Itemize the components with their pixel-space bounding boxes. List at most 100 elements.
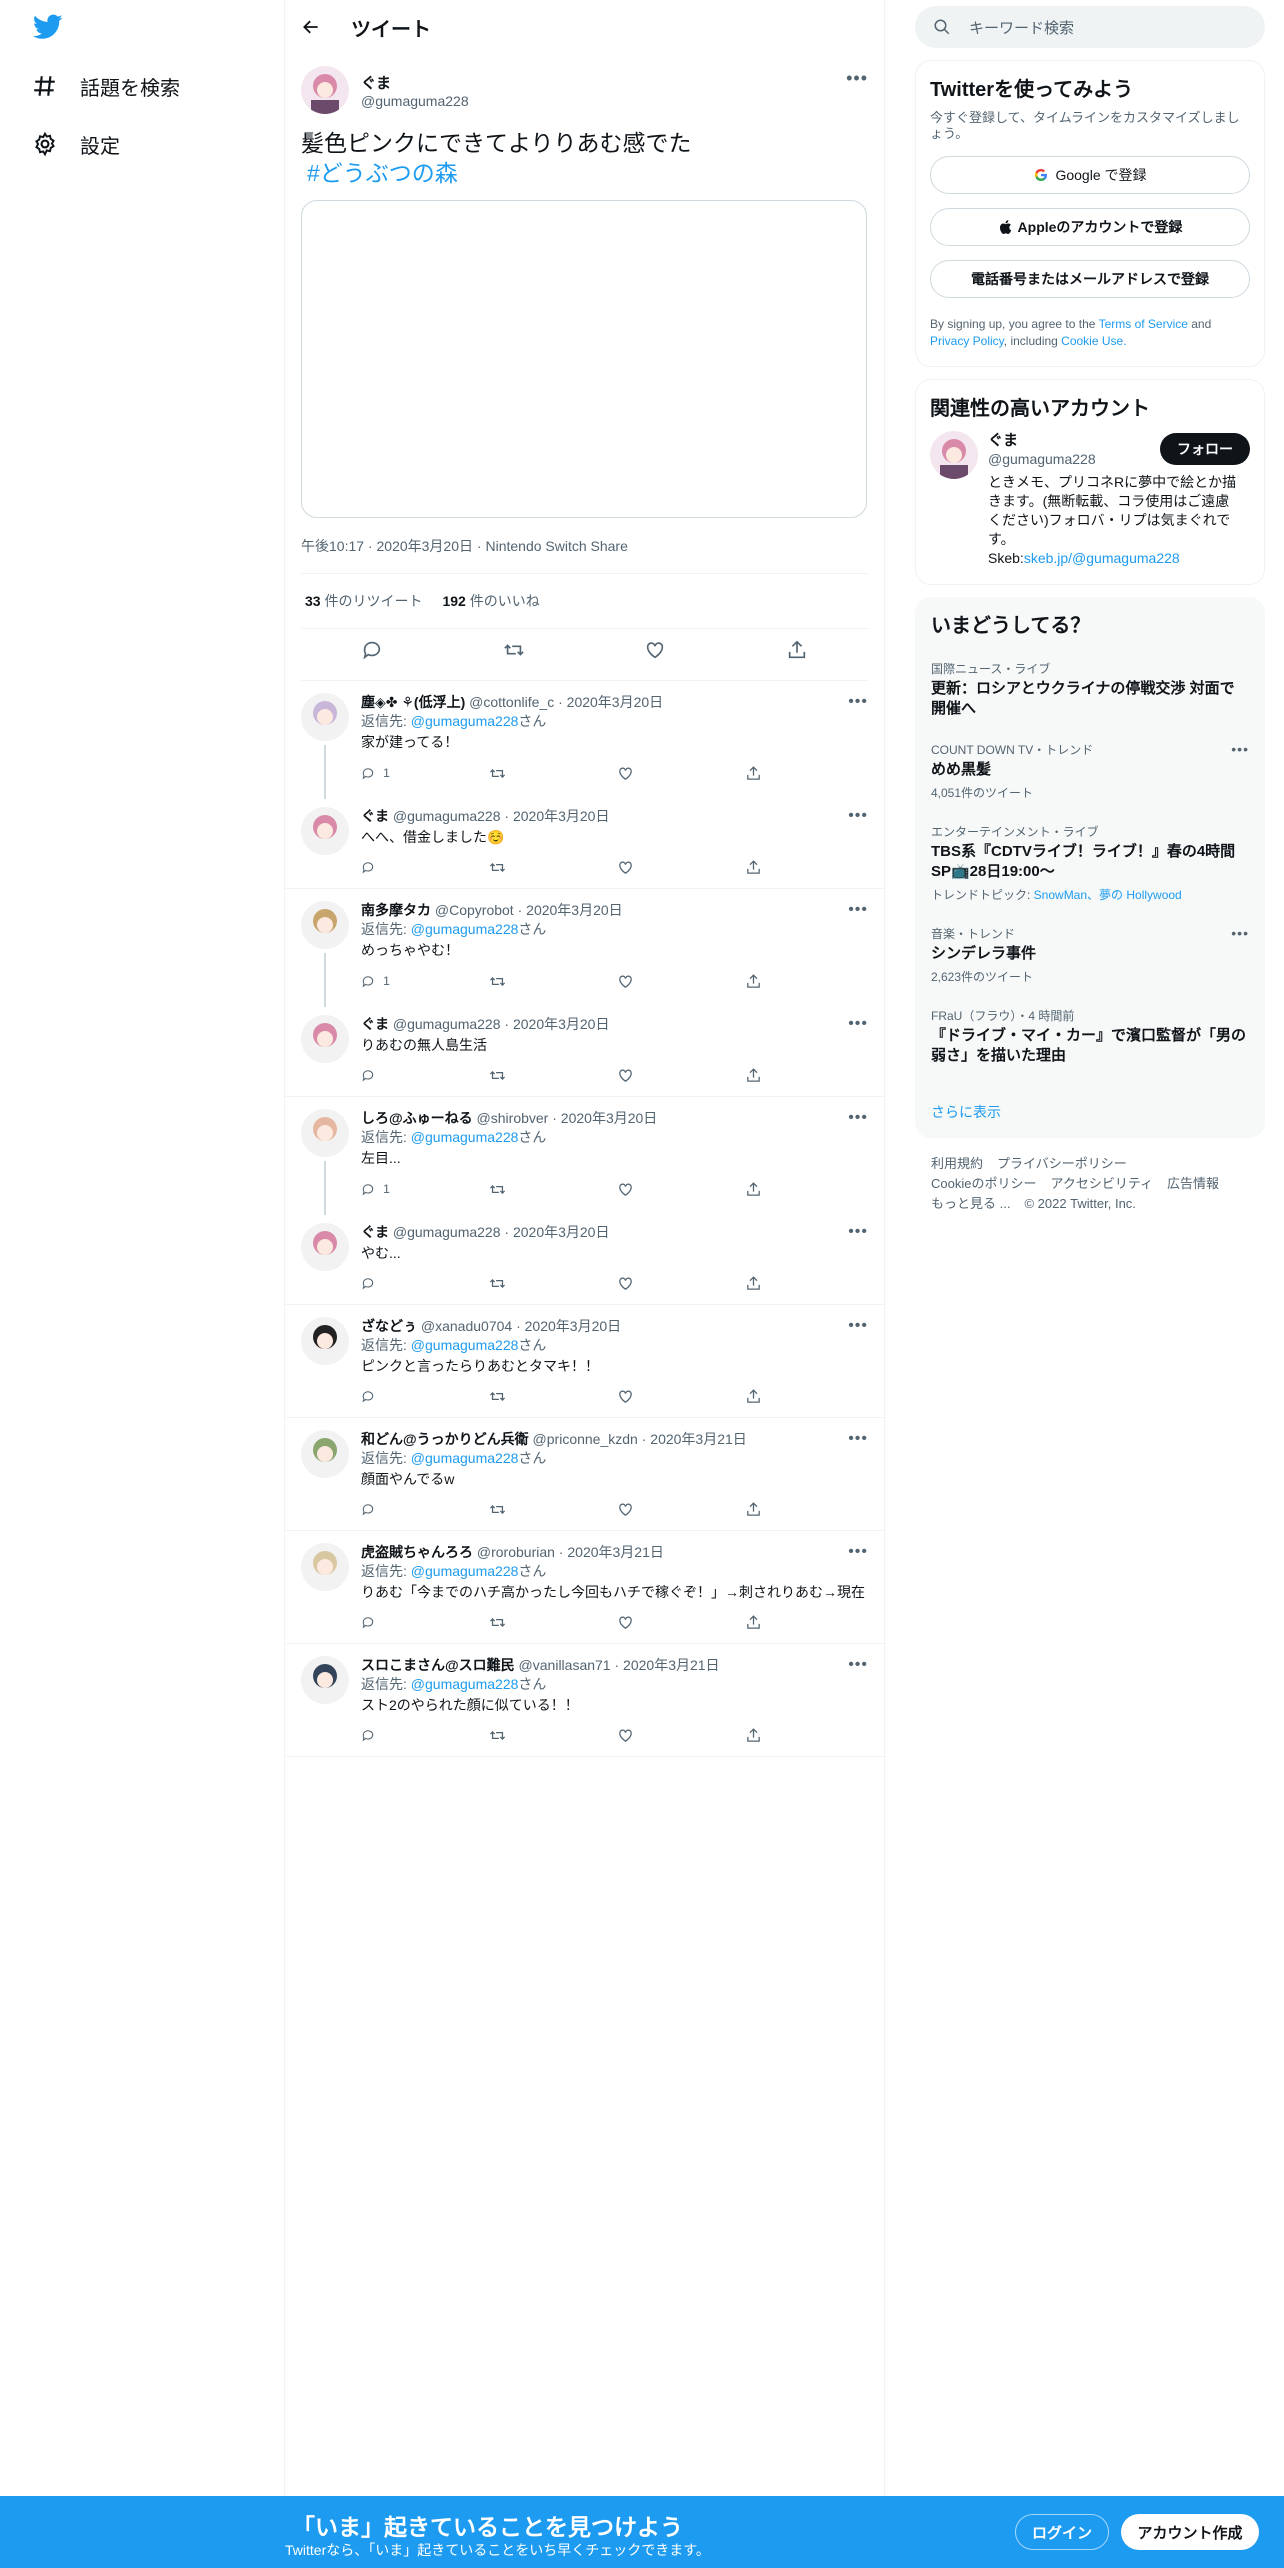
back-arrow-icon[interactable]	[301, 17, 321, 37]
retweet-icon[interactable]	[489, 1501, 506, 1518]
retweet-icon[interactable]	[489, 1388, 506, 1405]
like-icon[interactable]	[617, 765, 634, 782]
reply-date[interactable]: 2020年3月20日	[525, 1318, 622, 1334]
more-icon[interactable]: •••	[848, 1430, 868, 1448]
apple-signup-button[interactable]: Appleのアカウントで登録	[930, 208, 1250, 246]
reply-to-link[interactable]: @gumaguma228	[411, 1129, 519, 1145]
reply-date[interactable]: 2020年3月20日	[526, 902, 623, 918]
more-icon[interactable]: •••	[848, 1317, 868, 1335]
retweets-stat[interactable]: 33 件のリツイート	[305, 591, 422, 611]
reply-author-handle[interactable]: @vanillasan71	[519, 1657, 611, 1673]
reply-author-handle[interactable]: @cottonlife_c	[469, 694, 554, 710]
avatar[interactable]	[301, 1015, 349, 1063]
reply-tweet[interactable]: ぐま @gumaguma228 · 2020年3月20日 へへ、借金しました☺️ •…	[285, 795, 884, 889]
reply-tweet[interactable]: ぐま @gumaguma228 · 2020年3月20日 やむ... •••	[285, 1211, 884, 1305]
share-icon[interactable]	[745, 1727, 762, 1744]
share-icon[interactable]	[745, 1181, 762, 1198]
more-icon[interactable]: •••	[848, 901, 868, 919]
footer-link[interactable]: Cookieのポリシー	[931, 1176, 1036, 1191]
reply-date[interactable]: 2020年3月21日	[650, 1431, 747, 1447]
more-icon[interactable]: •••	[846, 68, 868, 89]
trend-topics[interactable]: SnowMan、夢の Hollywood	[1034, 888, 1182, 902]
reply-tweet[interactable]: ざなどぅ @xanadu0704 · 2020年3月20日 返信先: @gumag…	[285, 1305, 884, 1418]
reply-author-name[interactable]: 南多摩タカ	[361, 902, 431, 918]
retweet-icon[interactable]	[489, 1275, 506, 1292]
reply-tweet[interactable]: 和どん@うっかりどん兵衛 @priconne_kzdn · 2020年3月21日…	[285, 1418, 884, 1531]
avatar[interactable]	[301, 66, 349, 114]
trend-item[interactable]: 音楽・トレンド シンデレラ事件 2,623件のツイート •••	[931, 925, 1249, 985]
like-icon[interactable]	[644, 639, 666, 661]
avatar[interactable]	[301, 1109, 349, 1157]
trend-item[interactable]: エンターテインメント・ライブ TBS系『CDTVライブ！ライブ！』春の4時間SP📺…	[931, 823, 1249, 903]
like-icon[interactable]	[617, 973, 634, 990]
reply-author-handle[interactable]: @roroburian	[477, 1544, 555, 1560]
reply-author-name[interactable]: スロこまさん@スロ難民	[361, 1657, 515, 1673]
reply-date[interactable]: 2020年3月20日	[513, 808, 610, 824]
reply-icon[interactable]	[361, 1501, 375, 1518]
related-account[interactable]: ぐま @gumaguma228 ときメモ、プリコネRに夢中で絵とか描きます。(無…	[930, 431, 1250, 568]
twitter-logo-icon[interactable]	[32, 14, 63, 45]
privacy-link[interactable]: Privacy Policy	[930, 334, 1004, 348]
avatar[interactable]	[930, 431, 978, 479]
more-icon[interactable]: •••	[848, 1656, 868, 1674]
reply-date[interactable]: 2020年3月20日	[561, 1110, 658, 1126]
reply-tweet[interactable]: スロこまさん@スロ難民 @vanillasan71 · 2020年3月21日 返信…	[285, 1644, 884, 1757]
reply-tweet[interactable]: ぐま @gumaguma228 · 2020年3月20日 りあむの無人島生活 •••	[285, 1003, 884, 1097]
share-icon[interactable]	[745, 765, 762, 782]
cookie-link[interactable]: Cookie Use.	[1061, 334, 1126, 348]
avatar[interactable]	[301, 1543, 349, 1591]
tweet-media[interactable]	[301, 200, 867, 518]
more-icon[interactable]: •••	[848, 1015, 868, 1033]
reply-icon[interactable]	[361, 1727, 375, 1744]
reply-tweet[interactable]: 南多摩タカ @Copyrobot · 2020年3月20日 返信先: @gumag…	[285, 889, 884, 1007]
reply-icon[interactable]	[361, 859, 375, 876]
more-icon[interactable]: •••	[1231, 741, 1249, 757]
like-icon[interactable]	[617, 1181, 634, 1198]
reply-tweet[interactable]: 虎盗賊ちゃんろろ @roroburian · 2020年3月21日 返信先: @g…	[285, 1531, 884, 1644]
author-name[interactable]: ぐま	[361, 72, 469, 93]
more-icon[interactable]: •••	[848, 807, 868, 825]
reply-to-link[interactable]: @gumaguma228	[411, 1450, 519, 1466]
trend-item[interactable]: 国際ニュース・ライブ 更新：ロシアとウクライナの停戦交渉 対面で開催へ	[931, 660, 1249, 719]
reply-tweet[interactable]: しろ@ふゅーねる @shirobver · 2020年3月20日 返信先: @gu…	[285, 1097, 884, 1215]
avatar[interactable]	[301, 1430, 349, 1478]
nav-explore[interactable]: 話題を検索	[32, 66, 180, 106]
avatar[interactable]	[301, 901, 349, 949]
reply-author-name[interactable]: 虎盗賊ちゃんろろ	[361, 1544, 473, 1560]
reply-author-name[interactable]: 塵◈✤ ⚘(低浮上)	[361, 694, 465, 710]
reply-icon[interactable]	[361, 1181, 375, 1198]
reply-date[interactable]: 2020年3月20日	[567, 694, 664, 710]
reply-author-handle[interactable]: @Copyrobot	[435, 902, 514, 918]
share-icon[interactable]	[745, 1614, 762, 1631]
reply-icon[interactable]	[361, 1388, 375, 1405]
signup-button[interactable]: アカウント作成	[1121, 2514, 1259, 2550]
reply-to-link[interactable]: @gumaguma228	[411, 713, 519, 729]
share-icon[interactable]	[786, 639, 808, 661]
more-icon[interactable]: •••	[848, 1543, 868, 1561]
like-icon[interactable]	[617, 1727, 634, 1744]
retweet-icon[interactable]	[489, 973, 506, 990]
avatar[interactable]	[301, 1223, 349, 1271]
reply-tweet[interactable]: 塵◈✤ ⚘(低浮上) @cottonlife_c · 2020年3月20日 返信先…	[285, 681, 884, 799]
likes-stat[interactable]: 192 件のいいね	[442, 591, 539, 611]
more-icon[interactable]: •••	[848, 1109, 868, 1127]
retweet-icon[interactable]	[489, 859, 506, 876]
phone-signup-button[interactable]: 電話番号またはメールアドレスで登録	[930, 260, 1250, 298]
like-icon[interactable]	[617, 1067, 634, 1084]
reply-to-link[interactable]: @gumaguma228	[411, 1337, 519, 1353]
avatar[interactable]	[301, 693, 349, 741]
reply-author-handle[interactable]: @xanadu0704	[421, 1318, 512, 1334]
retweet-icon[interactable]	[489, 1181, 506, 1198]
reply-author-handle[interactable]: @gumaguma228	[393, 1016, 501, 1032]
reply-icon[interactable]	[361, 973, 375, 990]
share-icon[interactable]	[745, 1501, 762, 1518]
hashtag-link[interactable]: #どうぶつの森	[301, 160, 458, 186]
reply-to-link[interactable]: @gumaguma228	[411, 1676, 519, 1692]
like-icon[interactable]	[617, 1501, 634, 1518]
login-button[interactable]: ログイン	[1015, 2514, 1109, 2550]
reply-author-name[interactable]: ぐま	[361, 1016, 389, 1032]
footer-link[interactable]: 利用規約	[931, 1156, 983, 1171]
reply-icon[interactable]	[361, 1614, 375, 1631]
trend-item[interactable]: COUNT DOWN TV・トレンド めめ黒髪 4,051件のツイート •••	[931, 741, 1249, 801]
reply-to-link[interactable]: @gumaguma228	[411, 921, 519, 937]
